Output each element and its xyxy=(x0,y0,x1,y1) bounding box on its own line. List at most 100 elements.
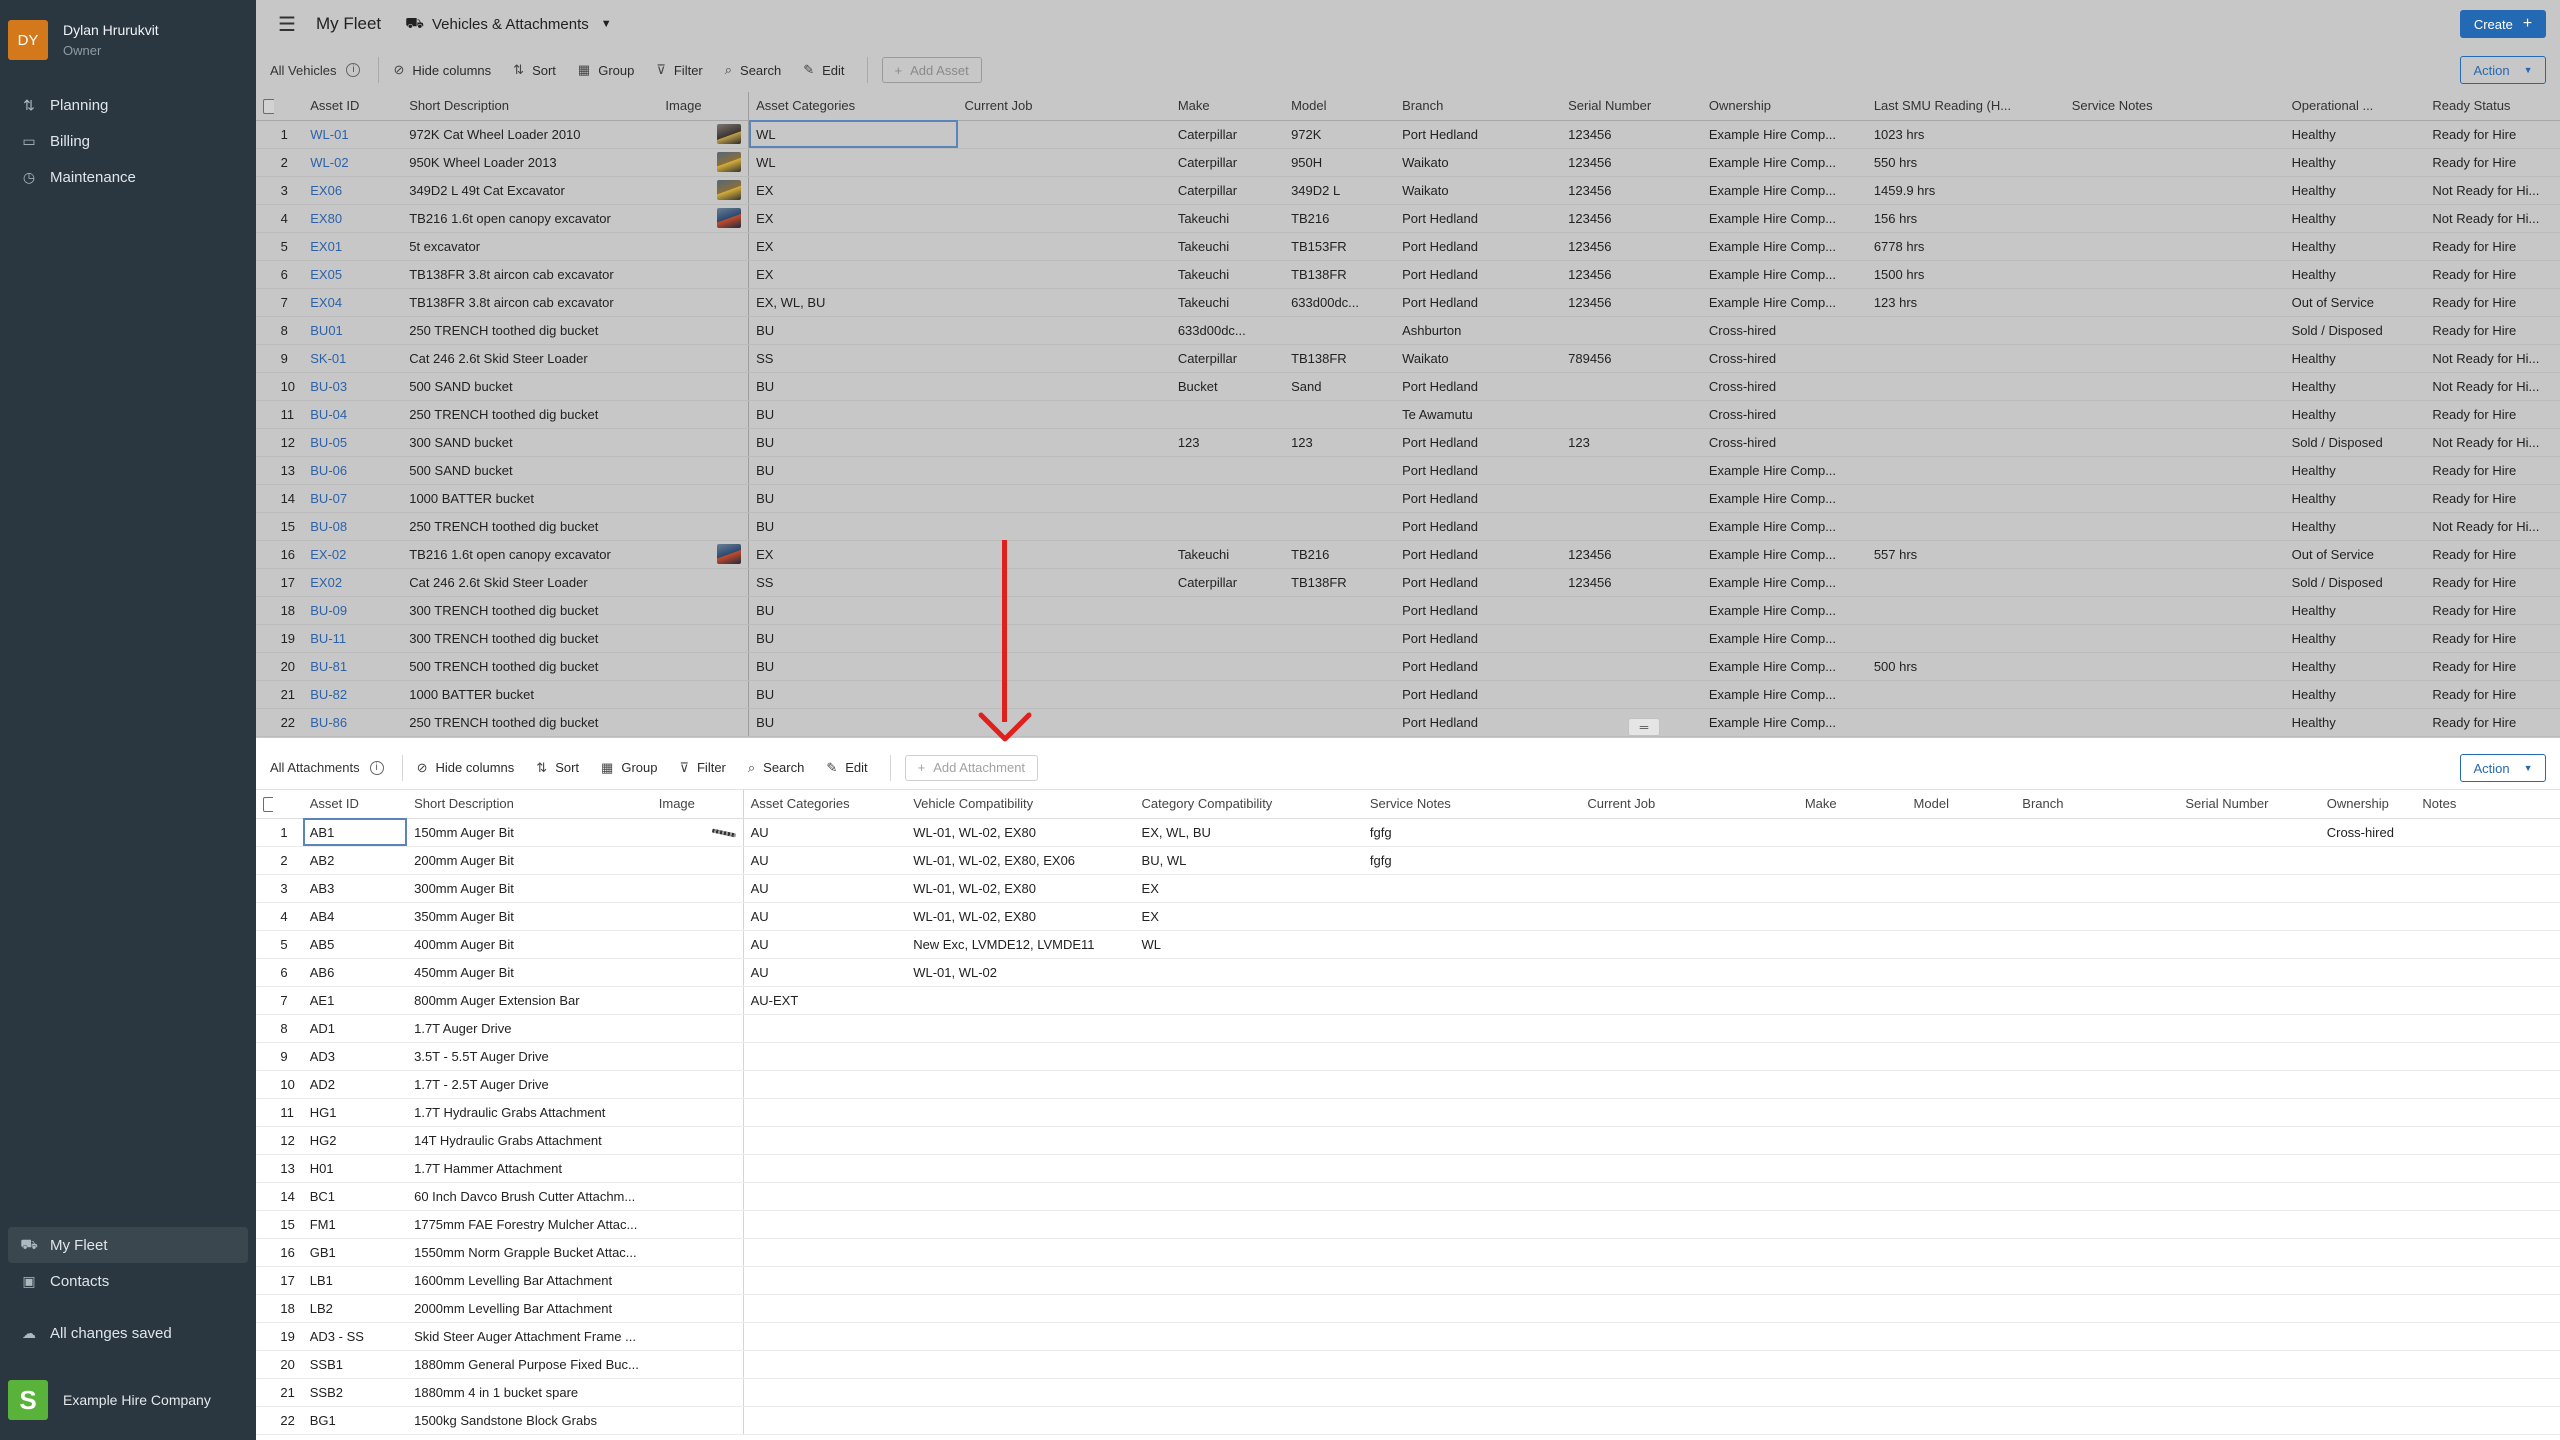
cell-model[interactable] xyxy=(1284,680,1396,709)
cell-asset-categories[interactable] xyxy=(743,1294,907,1323)
cell-serial-number[interactable] xyxy=(2178,958,2320,987)
sort-button[interactable]: ⇅ Sort xyxy=(513,62,556,78)
cell-image[interactable] xyxy=(651,958,744,987)
sidebar-item-my-fleet[interactable]: ⛟ My Fleet xyxy=(8,1227,248,1263)
cell-asset-categories[interactable]: AU-EXT xyxy=(743,986,907,1015)
table-row[interactable]: 22 BU-86 250 TRENCH toothed dig bucket BU Po… xyxy=(256,708,2560,737)
cell-operational[interactable]: Healthy xyxy=(2284,204,2426,233)
cell-serial-number[interactable]: 123456 xyxy=(1561,540,1702,569)
cell-short-description[interactable]: 200mm Auger Bit xyxy=(407,846,652,875)
cell-vehicle-compatibility[interactable] xyxy=(906,1014,1135,1043)
cell-ownership[interactable] xyxy=(2319,958,2416,987)
cell-last-smu-reading-h[interactable]: 557 hrs xyxy=(1866,540,2065,569)
row-select-cell[interactable] xyxy=(256,624,274,653)
menu-icon[interactable]: ☰ xyxy=(278,12,296,37)
cell-serial-number[interactable] xyxy=(2178,1406,2320,1435)
cell-service-notes[interactable] xyxy=(1362,1126,1581,1155)
column-header-short-description[interactable]: Short Description xyxy=(407,790,652,819)
cell-short-description[interactable]: 1000 BATTER bucket xyxy=(402,484,659,513)
row-select-cell[interactable] xyxy=(256,400,274,429)
cell-asset-id[interactable]: BU-11 xyxy=(303,624,403,653)
cell-asset-categories[interactable] xyxy=(743,1378,907,1407)
cell-ownership[interactable]: Cross-hired xyxy=(1701,344,1867,373)
column-header-asset-id[interactable]: Asset ID xyxy=(303,92,403,121)
cell-ownership[interactable]: Example Hire Comp... xyxy=(1701,708,1867,737)
cell-model[interactable] xyxy=(1906,930,2016,959)
cell-model[interactable] xyxy=(1906,1182,2016,1211)
cell-model[interactable] xyxy=(1906,1350,2016,1379)
cell-make[interactable] xyxy=(1797,1406,1907,1435)
cell-service-notes[interactable] xyxy=(2064,232,2285,261)
cell-branch[interactable] xyxy=(2015,1070,2179,1099)
cell-vehicle-compatibility[interactable] xyxy=(906,986,1135,1015)
cell-asset-categories[interactable] xyxy=(743,1350,907,1379)
cell-asset-categories[interactable]: BU xyxy=(748,372,958,401)
cell-ready-status[interactable]: Ready for Hire xyxy=(2425,232,2560,261)
cell-make[interactable] xyxy=(1797,1014,1907,1043)
cell-make[interactable] xyxy=(1797,846,1907,875)
cell-asset-id[interactable]: BU-07 xyxy=(303,484,403,513)
cell-model[interactable]: TB138FR xyxy=(1284,260,1396,289)
cell-serial-number[interactable]: 123456 xyxy=(1561,120,1702,149)
row-select-cell[interactable] xyxy=(256,428,274,457)
cell-ownership[interactable]: Example Hire Comp... xyxy=(1701,148,1867,177)
cell-serial-number[interactable] xyxy=(1561,680,1702,709)
cell-make[interactable] xyxy=(1170,652,1285,681)
cell-service-notes[interactable] xyxy=(1362,986,1581,1015)
cell-asset-categories[interactable]: EX xyxy=(748,260,958,289)
table-row[interactable]: 4 EX80 TB216 1.6t open canopy excavator EX T… xyxy=(256,204,2560,233)
cell-category-compatibility[interactable] xyxy=(1134,1182,1363,1211)
cell-branch[interactable]: Port Hedland xyxy=(1395,596,1562,625)
cell-image[interactable] xyxy=(658,484,750,513)
cell-asset-id[interactable]: EX80 xyxy=(303,204,403,233)
cell-vehicle-compatibility[interactable]: WL-01, WL-02, EX80 xyxy=(906,818,1135,847)
cell-category-compatibility[interactable] xyxy=(1134,1238,1363,1267)
cell-branch[interactable] xyxy=(2015,818,2179,847)
table-row[interactable]: 19 AD3 - SS Skid Steer Auger Attachment Fr… xyxy=(256,1322,2560,1351)
cell-last-smu-reading-h[interactable] xyxy=(1866,680,2065,709)
cell-asset-categories[interactable] xyxy=(743,1042,907,1071)
cell-image[interactable] xyxy=(651,1322,744,1351)
column-header-make[interactable]: Make xyxy=(1170,92,1285,121)
column-header-serial-number[interactable]: Serial Number xyxy=(2178,790,2320,819)
cell-service-notes[interactable] xyxy=(1362,1070,1581,1099)
cell-model[interactable] xyxy=(1906,1210,2016,1239)
cell-notes[interactable] xyxy=(2415,1182,2560,1211)
cell-asset-id[interactable]: BU01 xyxy=(303,316,403,345)
cell-ownership[interactable]: Example Hire Comp... xyxy=(1701,204,1867,233)
row-select-cell[interactable] xyxy=(256,1406,274,1435)
cell-category-compatibility[interactable] xyxy=(1134,1126,1363,1155)
cell-image[interactable] xyxy=(651,1378,744,1407)
cell-asset-categories[interactable]: AU xyxy=(743,958,907,987)
cell-serial-number[interactable] xyxy=(2178,846,2320,875)
row-select-cell[interactable] xyxy=(256,204,274,233)
cell-current-job[interactable] xyxy=(1580,1238,1798,1267)
cell-serial-number[interactable] xyxy=(2178,874,2320,903)
cell-image[interactable] xyxy=(651,986,744,1015)
table-row[interactable]: 13 BU-06 500 SAND bucket BU Port Hedland Exam… xyxy=(256,456,2560,485)
row-select-cell[interactable] xyxy=(256,596,274,625)
cell-current-job[interactable] xyxy=(1580,846,1798,875)
cell-asset-categories[interactable]: EX xyxy=(748,204,958,233)
cell-model[interactable] xyxy=(1284,596,1396,625)
table-row[interactable]: 18 LB2 2000mm Levelling Bar Attachment xyxy=(256,1294,2560,1323)
cell-notes[interactable] xyxy=(2415,1098,2560,1127)
row-select-cell[interactable] xyxy=(256,680,274,709)
cell-asset-id[interactable]: EX01 xyxy=(303,232,403,261)
cell-service-notes[interactable] xyxy=(1362,930,1581,959)
cell-service-notes[interactable] xyxy=(1362,1042,1581,1071)
cell-make[interactable]: Takeuchi xyxy=(1170,288,1285,317)
cell-ownership[interactable]: Cross-hired xyxy=(1701,400,1867,429)
cell-branch[interactable]: Waikato xyxy=(1395,344,1562,373)
select-all-checkbox[interactable] xyxy=(263,98,274,114)
cell-branch[interactable]: Port Hedland xyxy=(1395,652,1562,681)
cell-service-notes[interactable] xyxy=(2064,680,2285,709)
cell-make[interactable] xyxy=(1170,400,1285,429)
cell-asset-id[interactable]: SK-01 xyxy=(303,344,403,373)
cell-category-compatibility[interactable] xyxy=(1134,1294,1363,1323)
cell-model[interactable] xyxy=(1284,484,1396,513)
cell-service-notes[interactable]: fgfg xyxy=(1362,846,1581,875)
cell-branch[interactable]: Port Hedland xyxy=(1395,624,1562,653)
sidebar-item-billing[interactable]: ▭ Billing xyxy=(8,123,248,159)
column-header-service-notes[interactable]: Service Notes xyxy=(2064,92,2285,121)
